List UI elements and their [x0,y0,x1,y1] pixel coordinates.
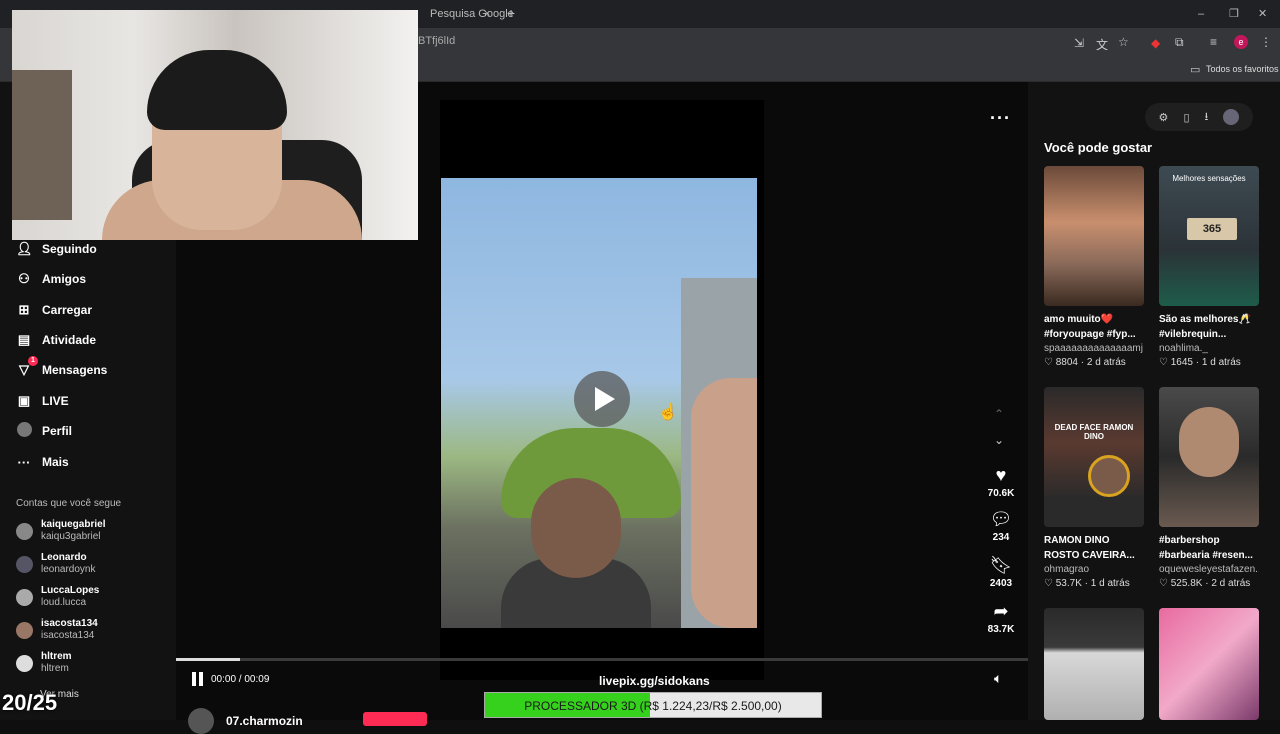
followed-account[interactable]: LuccaLopes loud.lucca [16,582,99,612]
media-icon[interactable]: ≡ [1210,35,1217,49]
sidebar-item-atividade[interactable]: ▤ Atividade [16,328,96,352]
heart-icon: ♡ [1159,357,1171,368]
live-icon: ▣ [17,393,31,408]
stream-counter: 20/25 [2,690,58,715]
extension-red-icon[interactable]: ◆ [1151,36,1160,50]
thumbnail: Melhores sensações 365 [1159,166,1259,306]
share-action[interactable]: ➦ 83.7K [980,600,1022,635]
hand-cursor-icon: ☝ [658,404,678,421]
sidebar-item-perfil[interactable]: Perfil [16,419,72,443]
tools-pill: ⚙ ▯ ⭳ [1145,103,1253,131]
avatar [16,588,33,606]
video-progress-bar[interactable] [176,658,1028,661]
tab-google[interactable]: Pesquisa Google [430,4,514,28]
progress-fill [176,658,240,661]
avatar [16,522,33,540]
thumbnail [1159,608,1259,720]
profile-icon [16,422,32,440]
folder-icon: ▭ [1190,64,1201,76]
phone-icon[interactable]: ▯ [1183,111,1189,124]
next-video-user[interactable]: 07.charmozin [188,708,303,734]
close-window-icon[interactable]: ✕ [1258,4,1267,28]
following-title: Contas que você segue [16,498,122,509]
heart-icon: ♥ [995,465,1007,485]
time-display: 00:00 / 00:09 [211,674,270,685]
more-options-icon[interactable]: ··· [990,108,1011,129]
avatar [16,555,33,573]
avatar [16,621,33,639]
bookmark-action[interactable]: 🔖︎ 2403 [980,554,1022,589]
play-icon[interactable] [574,371,630,427]
donation-goal-bar: PROCESSADOR 3D (R$ 1.224,23/R$ 2.500,00) [484,692,822,718]
menu-kebab-icon[interactable]: ⋮ [1260,35,1272,49]
suggestion-card[interactable]: DEAD FACE RAMON DINO RAMON DINO ROSTO CA… [1044,387,1144,591]
heart-icon: ♡ [1044,578,1056,589]
sidebar-item-mensagens[interactable]: ▽ 1 Mensagens [16,356,107,382]
close-tab-icon[interactable]: × [484,4,490,28]
thumbnail [1044,608,1144,720]
people-icon: ⚇ [18,271,30,286]
messages-badge: 1 [28,356,38,366]
upload-icon: ⊞ [18,302,30,317]
pause-icon[interactable] [192,672,204,686]
followed-account[interactable]: hltrem hltrem [16,648,72,678]
sidebar-item-seguindo[interactable]: 👤︎ Seguindo [16,237,97,261]
goal-text: PROCESSADOR 3D (R$ 1.224,23/R$ 2.500,00) [524,699,782,713]
followed-account[interactable]: kaiquegabriel kaiqu3gabriel [16,516,105,546]
like-action[interactable]: ♥ 70.6K [980,464,1022,499]
comment-action[interactable]: 💬︎ 234 [980,508,1022,543]
suggestion-card[interactable]: Melhores sensações 365 São as melhores🥂 … [1159,166,1259,370]
extensions-icon[interactable]: ⧉ [1175,35,1184,50]
thumbnail: DEAD FACE RAMON DINO [1044,387,1144,527]
minimize-icon[interactable]: – [1198,4,1204,28]
install-icon[interactable]: ⇲ [1074,36,1084,50]
heart-icon: ♡ [1044,357,1056,368]
new-tab-button[interactable]: + [507,4,515,28]
livepix-overlay-text: livepix.gg/sidokans [599,674,710,688]
messages-icon: ▽ 1 [16,356,38,378]
suggestion-card[interactable] [1044,608,1144,720]
settings-icon[interactable]: ⚙ [1159,111,1169,124]
avatar [188,708,214,734]
tab-label: Pesquisa Google [430,8,514,20]
suggestions-title: Você pode gostar [1044,140,1153,155]
heart-icon: ♡ [1159,578,1171,589]
share-icon: ➦ [993,601,1009,621]
webcam-overlay [12,10,418,240]
followed-account[interactable]: isacosta134 isacosta134 [16,615,98,645]
restore-icon[interactable]: ❐ [1229,4,1239,28]
sidebar-item-amigos[interactable]: ⚇ Amigos [16,267,86,291]
volume-icon[interactable]: 🔈︎ [994,670,1002,687]
translate-icon[interactable]: 文 [1096,36,1108,53]
sidebar-item-mais[interactable]: ··· Mais [16,450,69,474]
comment-icon: 💬︎ [989,509,1013,529]
sidebar-item-carregar[interactable]: ⊞ Carregar [16,298,92,322]
all-bookmarks-link[interactable]: Todos os favoritos [1206,64,1279,74]
sidebar-item-live[interactable]: ▣ LIVE [16,389,69,413]
profile-avatar[interactable]: e [1234,35,1248,49]
avatar [16,654,33,672]
bookmark-icon: 🔖︎ [989,555,1013,575]
thumbnail [1044,166,1144,306]
chevron-down-icon[interactable]: ⌄ [994,433,1004,447]
url-text: BTfj6lId [418,35,456,47]
followed-account[interactable]: Leonardo leonardoynk [16,549,95,579]
suggestion-card[interactable] [1159,608,1259,720]
thumbnail [1159,387,1259,527]
suggestion-card[interactable]: amo muuito❤️ #foryoupage #fyp... spaaaaa… [1044,166,1144,370]
avatar[interactable] [1223,109,1240,125]
activity-icon: ▤ [17,332,31,347]
follow-button[interactable] [363,712,427,726]
star-icon[interactable]: ☆ [1118,35,1129,49]
chevron-up-icon[interactable]: ⌃ [994,407,1004,421]
person-icon: 👤︎ [16,241,33,256]
suggestion-card[interactable]: #barbershop #barbearia #resen... oquewes… [1159,387,1259,591]
download-icon[interactable]: ⭳ [1205,108,1209,127]
more-icon: ··· [17,454,31,470]
